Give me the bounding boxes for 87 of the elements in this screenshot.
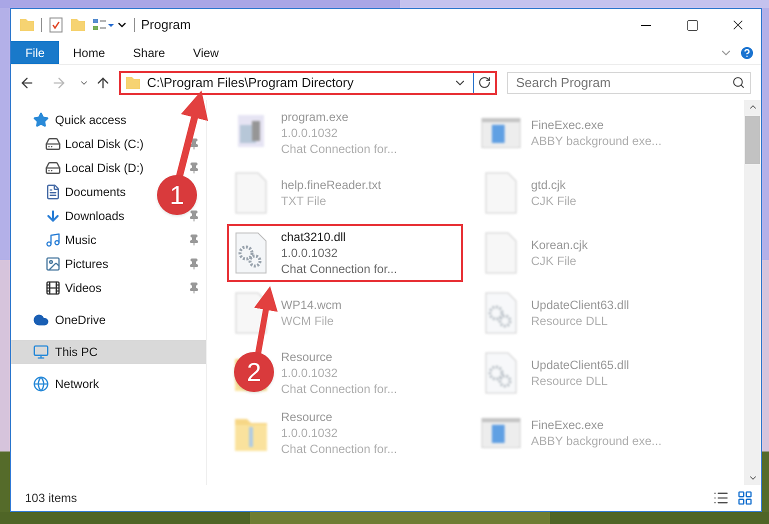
arrow	[254, 286, 278, 355]
sidebar-item[interactable]: Local Disk (C:)	[45, 135, 144, 153]
up-icon[interactable]	[95, 74, 111, 90]
file-detail: CJK File	[531, 193, 576, 209]
file-detail: 1.0.0.1032	[281, 425, 339, 441]
file-name: Resource	[281, 349, 334, 365]
file-detail: Chat Connection for...	[281, 381, 398, 397]
sidebar-item[interactable]: Pictures	[45, 255, 108, 273]
file-detail: Chat Connection for...	[281, 261, 398, 277]
window-title: Program	[141, 16, 191, 34]
details-view-icon[interactable]	[713, 490, 729, 506]
properties-checkmark-icon	[48, 17, 64, 33]
sidebar-item[interactable]: OneDrive	[11, 308, 206, 332]
sidebar-item[interactable]: Music	[45, 231, 96, 249]
file-name: Resource	[281, 409, 334, 425]
gear-document-icon	[483, 291, 519, 335]
application-window-icon	[481, 417, 521, 449]
monitor-icon	[33, 344, 49, 360]
file-detail: TXT File	[281, 193, 328, 209]
file-name: Korean.cjk	[531, 237, 588, 253]
search-icon	[732, 76, 745, 88]
file-name: UpdateClient65.dll	[531, 357, 630, 373]
file-name: WP14.wcm	[281, 297, 342, 313]
file-name: help.fineReader.txt	[281, 177, 382, 193]
sidebar-item[interactable]: Network	[11, 372, 206, 396]
file-detail: 1.0.0.1032	[281, 125, 339, 141]
search-field[interactable]: Search Program	[507, 72, 751, 94]
application-window-icon	[481, 117, 521, 149]
sidebar-item[interactable]: This PC	[11, 340, 206, 364]
pin-icon[interactable]	[188, 282, 200, 294]
scrollbar[interactable]	[744, 100, 761, 485]
quick-access-toolbar-icon[interactable]	[92, 17, 114, 33]
scrollbar-thumb[interactable]	[745, 116, 760, 164]
pin-icon[interactable]	[188, 210, 200, 222]
pin-icon[interactable]	[188, 162, 200, 174]
file-name: program.exe	[281, 109, 350, 125]
address-field[interactable]: C:\Program Files\Program Directory	[119, 70, 497, 94]
star-icon	[33, 112, 49, 128]
refresh-icon[interactable]	[478, 76, 491, 89]
file-name: FineExec.exe	[531, 417, 605, 433]
file-tab[interactable]: File	[11, 41, 59, 64]
ribbon-tab[interactable]: Share	[119, 41, 180, 64]
new-folder-icon	[70, 17, 86, 33]
sidebar-item[interactable]: Local Disk (D:)	[45, 159, 144, 177]
sidebar-item[interactable]: Documents	[45, 183, 126, 201]
sidebar-item[interactable]: Videos	[45, 279, 102, 297]
address-path: C:\Program Files\Program Directory	[147, 74, 354, 92]
tiles-view-icon[interactable]	[737, 490, 753, 506]
file-name: gtd.cjk	[531, 177, 567, 193]
file-detail: 1.0.0.1032	[281, 245, 339, 261]
file-detail: 1.0.0.1032	[281, 365, 339, 381]
film-icon	[45, 280, 61, 296]
file-item[interactable]: chat3210.dll 1.0.0.1032 Chat Connection for...	[227, 224, 463, 282]
file-detail: WCM File	[281, 313, 335, 329]
file-name: chat3210.dll	[281, 229, 347, 245]
file-detail: Resource DLL	[531, 313, 609, 329]
ribbon-tab[interactable]: Home	[59, 41, 120, 64]
sidebar-item[interactable]: Downloads	[45, 207, 124, 225]
ribbon-tab[interactable]: View	[179, 41, 233, 64]
file-detail: ABBY background exe...	[531, 433, 662, 449]
drive-icon	[45, 136, 61, 152]
sidebar-item[interactable]: Quick access	[11, 108, 206, 132]
back-icon[interactable]	[19, 74, 35, 90]
drive-icon	[45, 160, 61, 176]
music-note-icon	[45, 232, 61, 248]
document-icon	[45, 184, 61, 200]
file-detail: Resource DLL	[531, 373, 609, 389]
file-name: FineExec.exe	[531, 117, 605, 133]
minimize-icon	[641, 24, 651, 26]
help-icon[interactable]	[739, 44, 755, 60]
globe-icon	[33, 376, 49, 392]
pin-icon[interactable]	[188, 234, 200, 246]
maximize-icon	[686, 18, 698, 32]
file-name: UpdateClient63.dll	[531, 297, 630, 313]
file-detail: ABBY background exe...	[531, 133, 662, 149]
file-detail: CJK File	[531, 253, 578, 269]
gear-document-icon	[483, 351, 519, 395]
file-detail: Chat Connection for...	[281, 141, 398, 157]
file-detail: Chat Connection for...	[281, 441, 398, 457]
cloud-icon	[33, 312, 49, 328]
item-count: 103 items	[25, 490, 78, 507]
pin-icon[interactable]	[188, 258, 200, 270]
folder-icon	[19, 17, 35, 33]
pin-icon[interactable]	[188, 138, 200, 150]
picture-icon	[45, 256, 61, 272]
folder-icon	[125, 74, 141, 90]
gear-document-icon	[233, 231, 269, 275]
